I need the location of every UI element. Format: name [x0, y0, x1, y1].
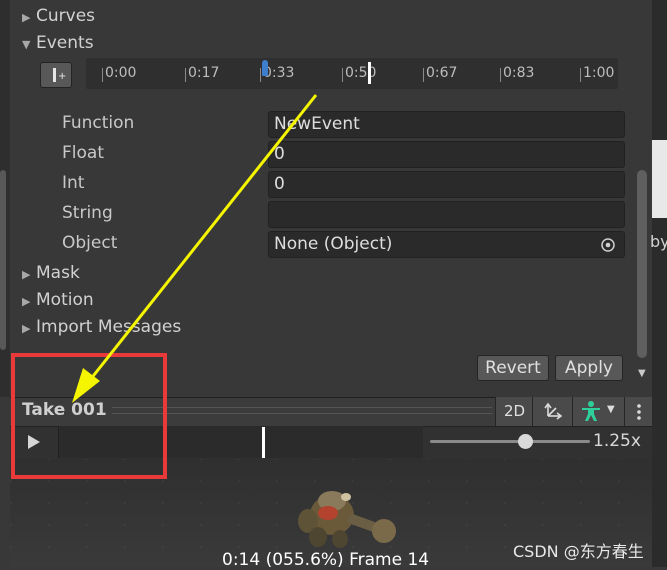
foldout-events[interactable]: ▼ Events	[22, 33, 94, 53]
speed-slider-knob[interactable]	[518, 434, 533, 449]
event-marker[interactable]	[262, 60, 268, 76]
chevron-down-icon: ▼	[607, 404, 615, 415]
timeline-tick-label: 1:00	[583, 65, 615, 81]
timeline-tick	[260, 68, 261, 82]
more-icon	[637, 404, 641, 420]
float-field[interactable]: 0	[268, 141, 625, 168]
timeline-tick	[500, 68, 501, 82]
int-field[interactable]: 0	[268, 171, 625, 198]
add-event-icon	[53, 68, 56, 82]
foldout-motion[interactable]: ▶ Motion	[22, 290, 94, 310]
add-event-button[interactable]: +	[40, 62, 72, 88]
right-edge-text: by	[650, 232, 667, 251]
object-label: Object	[62, 233, 118, 253]
timeline-tick-label: 0:00	[105, 65, 137, 81]
header-rule	[112, 407, 492, 408]
object-field-value: None (Object)	[274, 234, 393, 254]
speed-value: 1.25x	[593, 431, 641, 451]
more-button[interactable]	[624, 397, 652, 426]
chevron-down-icon: ▼	[22, 38, 31, 51]
timeline-tick-label: 0:17	[188, 65, 220, 81]
foldout-curves-label: Curves	[36, 6, 96, 26]
timeline-tick	[102, 68, 103, 82]
chevron-right-icon: ▶	[22, 268, 31, 281]
timeline-tick	[185, 68, 186, 82]
string-field[interactable]	[268, 201, 625, 228]
float-label: Float	[62, 143, 104, 163]
right-edge	[652, 0, 667, 567]
timeline-playhead[interactable]	[368, 62, 371, 84]
foldout-mask[interactable]: ▶ Mask	[22, 263, 80, 283]
timeline-tick-label: 0:83	[503, 65, 535, 81]
scrubber-playhead[interactable]	[262, 427, 265, 458]
chevron-right-icon: ▶	[22, 322, 31, 335]
chevron-right-icon: ▶	[22, 295, 31, 308]
function-label: Function	[62, 113, 135, 133]
scroll-down-icon[interactable]: ▼	[638, 368, 646, 379]
function-field[interactable]: NewEvent	[268, 111, 625, 138]
scrollbar-thumb[interactable]	[637, 170, 647, 358]
avatar-button[interactable]: ▼	[572, 397, 624, 426]
annotation-box	[11, 353, 167, 479]
object-field[interactable]: None (Object)	[268, 231, 625, 258]
speed-slider[interactable]	[430, 440, 590, 443]
pivot-button[interactable]	[532, 397, 572, 426]
foldout-import-messages[interactable]: ▶ Import Messages	[22, 317, 181, 337]
mode-2d-label: 2D	[504, 402, 526, 420]
string-label: String	[62, 203, 113, 223]
timeline-tick	[423, 68, 424, 82]
timeline-tick-label: 0:67	[426, 65, 458, 81]
add-event-plus-icon: +	[58, 71, 67, 82]
object-picker-icon[interactable]	[600, 237, 616, 253]
foldout-import-messages-label: Import Messages	[36, 317, 182, 337]
character-model	[298, 491, 396, 548]
header-rule	[112, 413, 492, 414]
foldout-motion-label: Motion	[36, 290, 94, 310]
chevron-right-icon: ▶	[22, 11, 31, 24]
right-panel-fragment	[652, 140, 667, 218]
mode-2d-button[interactable]: 2D	[495, 397, 532, 426]
avatar-icon	[582, 401, 600, 421]
watermark: CSDN @东方春生	[513, 542, 644, 561]
frame-info: 0:14 (055.6%) Frame 14	[222, 550, 430, 570]
foldout-curves[interactable]: ▶ Curves	[22, 6, 95, 26]
timeline-tick	[580, 68, 581, 82]
timeline-tick	[342, 68, 343, 82]
apply-button[interactable]: Apply	[555, 355, 623, 381]
foldout-events-label: Events	[36, 33, 94, 53]
int-label: Int	[62, 173, 85, 193]
timeline-tick-label: 0:50	[345, 65, 377, 81]
left-scrollbar[interactable]	[0, 170, 6, 350]
foldout-mask-label: Mask	[36, 263, 80, 283]
revert-button[interactable]: Revert	[477, 355, 549, 381]
pivot-icon	[544, 402, 563, 420]
inspector-scrollbar[interactable]: ▼	[635, 170, 649, 380]
